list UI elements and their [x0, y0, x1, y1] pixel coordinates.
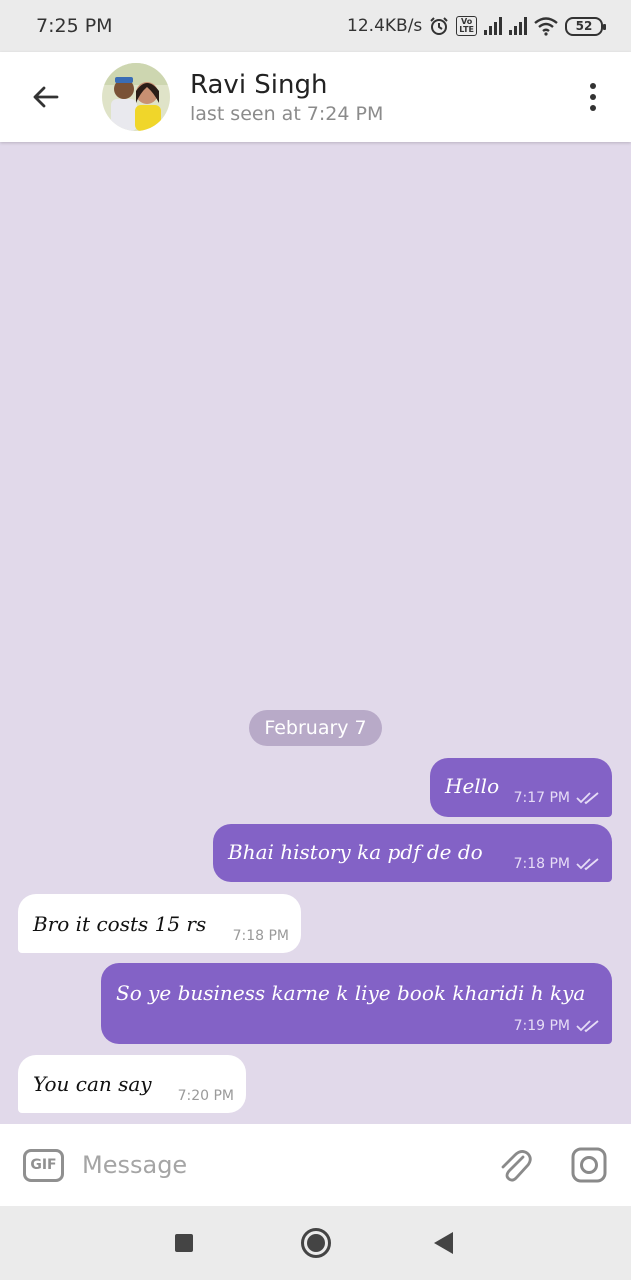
- message-outgoing[interactable]: Hello 7:17 PM: [430, 758, 612, 817]
- network-speed: 12.4KB/s: [347, 16, 423, 36]
- message-text: You can say: [33, 1072, 152, 1096]
- nav-back-icon[interactable]: [434, 1232, 453, 1254]
- home-icon[interactable]: [301, 1228, 331, 1258]
- message-meta: 7:20 PM: [178, 1088, 234, 1104]
- message-text: Bro it costs 15 rs: [33, 912, 207, 936]
- message-time: 7:20 PM: [177, 1088, 234, 1104]
- signal-icon: [484, 17, 502, 35]
- message-composer: GIF: [0, 1124, 631, 1206]
- message-input[interactable]: [82, 1151, 495, 1179]
- back-arrow-icon: [33, 86, 59, 108]
- message-text: Bhai history ka pdf de do: [228, 840, 483, 864]
- recent-apps-icon[interactable]: [175, 1234, 193, 1252]
- contact-name: Ravi Singh: [190, 69, 328, 100]
- gif-button[interactable]: GIF: [23, 1148, 64, 1182]
- chat-header: Ravi Singh last seen at 7:24 PM: [0, 52, 631, 142]
- contact-info[interactable]: Ravi Singh last seen at 7:24 PM: [190, 70, 555, 125]
- camera-button[interactable]: [569, 1145, 609, 1185]
- message-time: 7:18 PM: [513, 856, 570, 872]
- more-vertical-icon: [590, 83, 596, 89]
- camera-icon: [571, 1147, 607, 1183]
- status-time: 7:25 PM: [36, 15, 113, 37]
- message-meta: 7:18 PM: [233, 928, 289, 944]
- status-icons: 12.4KB/s Vo LTE 52: [347, 16, 606, 36]
- message-time: 7:19 PM: [513, 1018, 570, 1034]
- message-text: Hello: [445, 774, 500, 798]
- avatar[interactable]: [102, 63, 170, 131]
- message-text: So ye business karne k liye book kharidi…: [116, 981, 586, 1005]
- message-time: 7:17 PM: [513, 790, 570, 806]
- attach-button[interactable]: [495, 1145, 535, 1185]
- status-bar: 7:25 PM 12.4KB/s Vo LTE 52: [0, 0, 631, 52]
- alarm-icon: [430, 17, 449, 35]
- back-button[interactable]: [0, 52, 90, 142]
- signal-icon: [509, 17, 527, 35]
- double-check-icon: [576, 858, 599, 871]
- message-incoming[interactable]: You can say 7:20 PM: [18, 1055, 246, 1113]
- message-meta: 7:18 PM: [514, 856, 600, 872]
- battery-icon: 52: [565, 16, 606, 36]
- message-meta: 7:19 PM: [514, 1018, 600, 1034]
- more-options-button[interactable]: [555, 52, 631, 142]
- double-check-icon: [576, 1020, 599, 1033]
- system-nav-bar: [0, 1206, 631, 1280]
- volte-icon: Vo LTE: [456, 16, 477, 36]
- wifi-icon: [534, 17, 558, 36]
- message-incoming[interactable]: Bro it costs 15 rs 7:18 PM: [18, 894, 301, 953]
- message-time: 7:18 PM: [232, 928, 289, 944]
- message-meta: 7:17 PM: [514, 790, 600, 806]
- message-outgoing[interactable]: So ye business karne k liye book kharidi…: [101, 963, 612, 1044]
- last-seen: last seen at 7:24 PM: [190, 102, 384, 125]
- date-separator: February 7: [249, 710, 382, 746]
- double-check-icon: [576, 792, 599, 805]
- attach-icon: [501, 1150, 532, 1182]
- message-outgoing[interactable]: Bhai history ka pdf de do 7:18 PM: [213, 824, 612, 882]
